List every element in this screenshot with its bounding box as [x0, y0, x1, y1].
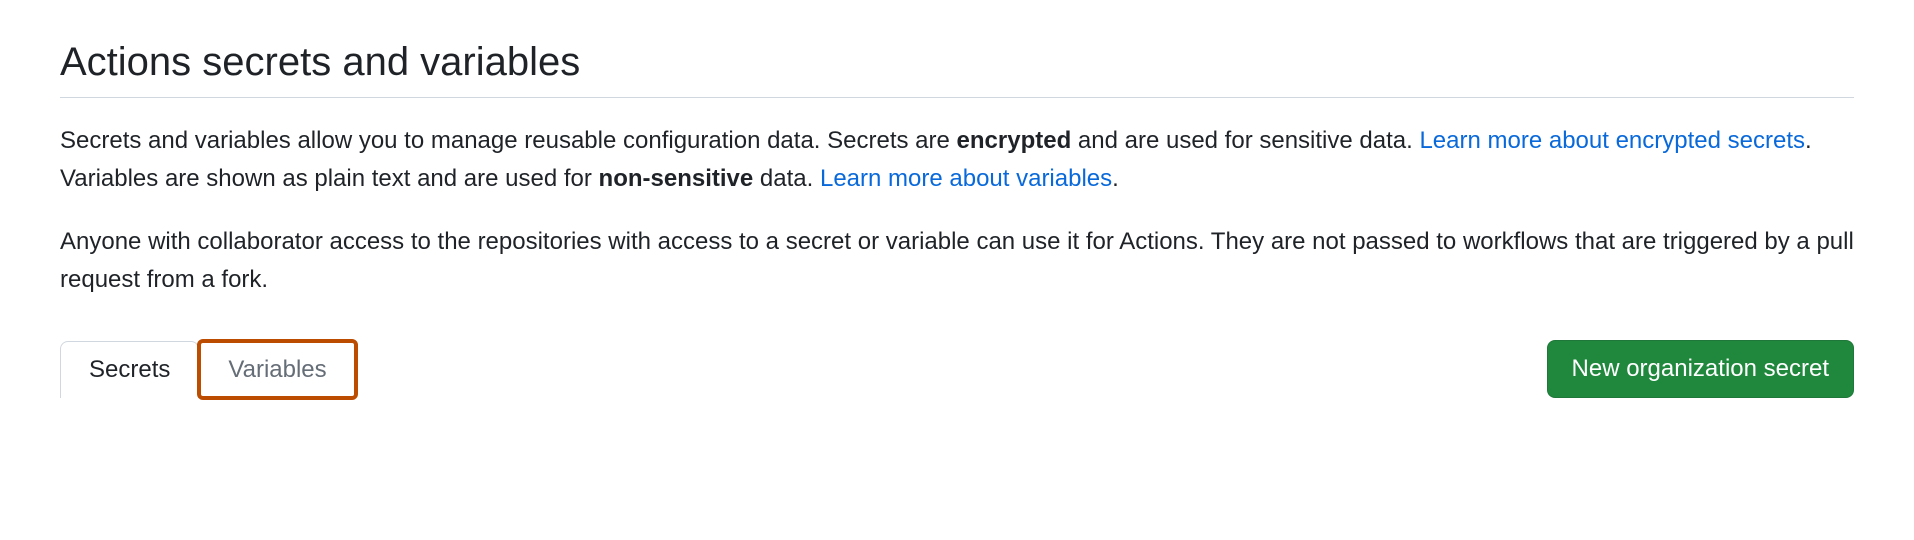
tab-variables[interactable]: Variables: [199, 341, 355, 398]
description-paragraph-1: Secrets and variables allow you to manag…: [60, 122, 1854, 199]
link-learn-secrets[interactable]: Learn more about encrypted secrets: [1419, 127, 1805, 154]
tab-secrets[interactable]: Secrets: [60, 341, 199, 398]
desc-bold-nonsensitive: non-sensitive: [599, 165, 754, 192]
link-learn-variables[interactable]: Learn more about variables: [820, 165, 1112, 192]
page-title: Actions secrets and variables: [60, 40, 1854, 98]
desc-text: data.: [753, 165, 820, 192]
desc-text: .: [1112, 165, 1119, 192]
tabs-list: Secrets Variables: [60, 341, 356, 398]
description-paragraph-2: Anyone with collaborator access to the r…: [60, 223, 1854, 300]
tabs-row: Secrets Variables New organization secre…: [60, 340, 1854, 398]
new-organization-secret-button[interactable]: New organization secret: [1547, 340, 1854, 398]
desc-text: Secrets and variables allow you to manag…: [60, 127, 957, 154]
desc-bold-encrypted: encrypted: [957, 127, 1072, 154]
desc-text: and are used for sensitive data.: [1071, 127, 1419, 154]
